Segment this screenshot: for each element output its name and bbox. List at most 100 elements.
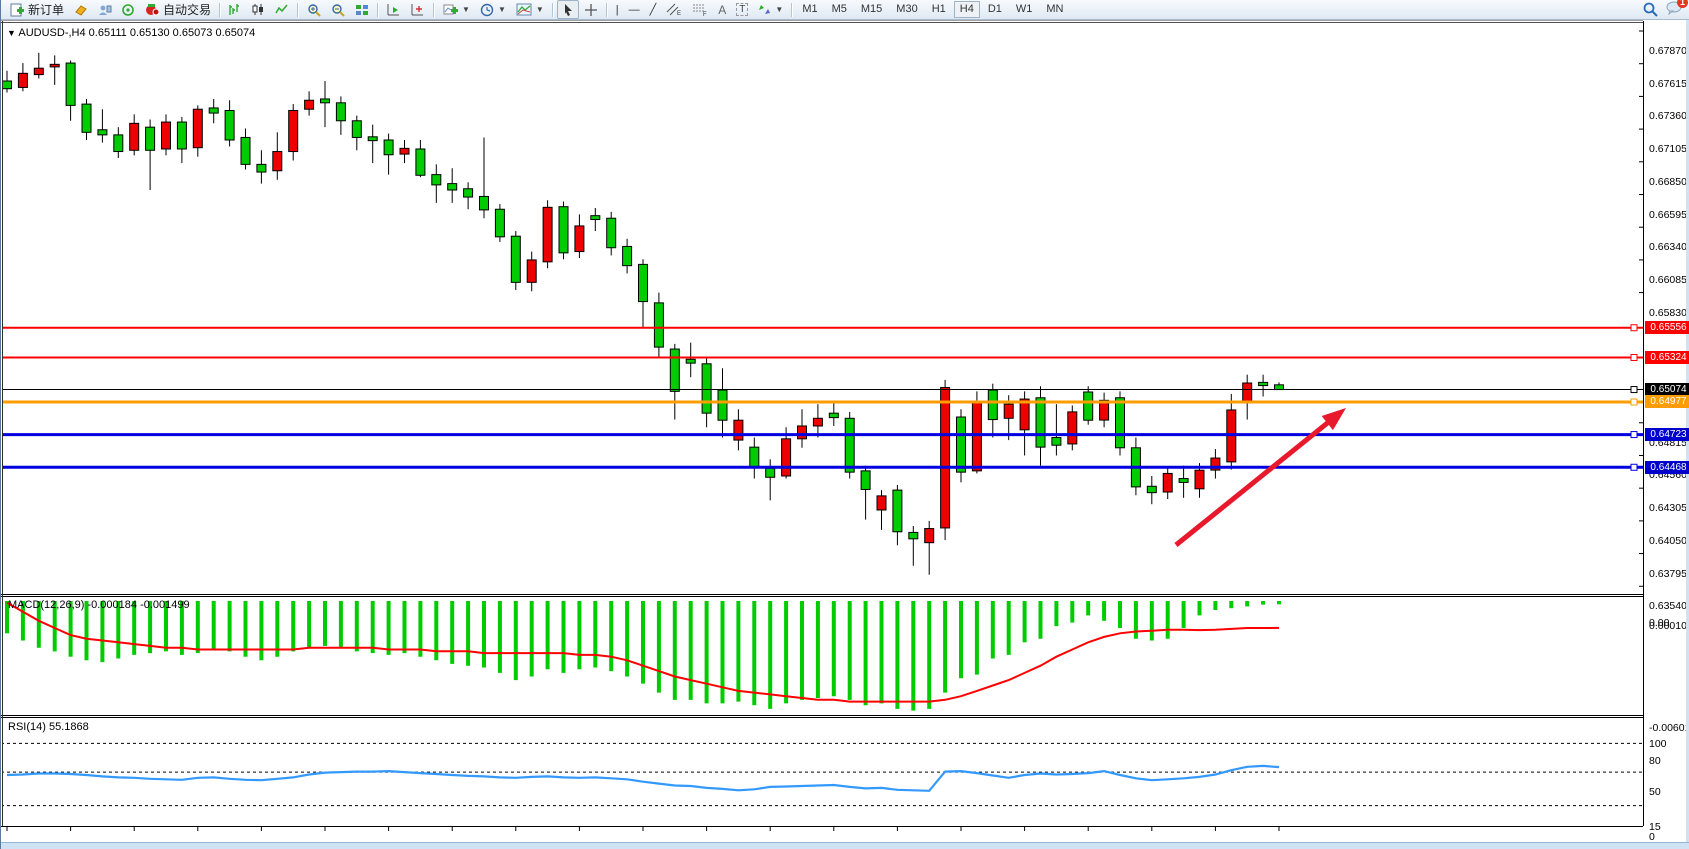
crosshair-button[interactable]	[579, 0, 603, 19]
price-scale-label: 0.63540	[1649, 600, 1687, 612]
price-scale-label: 0.67105	[1649, 143, 1687, 155]
arrows-button[interactable]: ▼	[753, 0, 788, 19]
cursor-icon	[562, 3, 574, 16]
price-scale-label: 0.65830	[1649, 307, 1687, 319]
price-scale-label: 0.67870	[1649, 45, 1687, 57]
svg-text:F: F	[703, 12, 707, 16]
price-scale-label: 0.67615	[1649, 78, 1687, 90]
chart-area: ▼ AUDUSD-,H4 0.65111 0.65130 0.65073 0.6…	[1, 20, 1689, 843]
price-scale-label: 0.67360	[1649, 110, 1687, 122]
autotrade-label: 自动交易	[163, 1, 211, 18]
new-order-label: 新订单	[28, 1, 64, 18]
line-chart-button[interactable]	[270, 0, 294, 19]
timeframe-W1[interactable]: W1	[1010, 1, 1039, 18]
price-scale-label: 0.66340	[1649, 241, 1687, 253]
history-button[interactable]	[69, 0, 93, 19]
label-icon: T	[736, 3, 748, 16]
rsi-indicator-label: RSI(14) 55.1868	[8, 721, 89, 733]
vline-icon: |	[616, 4, 619, 16]
chart-shift-icon	[411, 3, 425, 16]
collapse-triangle-icon[interactable]: ▼	[7, 28, 16, 38]
channel-button[interactable]: E	[661, 0, 687, 19]
tile-windows-button[interactable]	[350, 0, 374, 19]
cursor-button[interactable]	[557, 0, 579, 19]
indicators-icon	[443, 3, 458, 16]
channel-icon: E	[666, 3, 682, 16]
price-scale-label: 0.64050	[1649, 535, 1687, 547]
price-tag-0.65324: 0.65324	[1645, 351, 1689, 364]
price-chart[interactable]	[1, 20, 1689, 843]
macd-layer	[7, 601, 1279, 711]
price-scale-label: 0.66850	[1649, 176, 1687, 188]
timeframe-D1[interactable]: D1	[982, 1, 1008, 18]
rsi-line	[7, 766, 1279, 791]
new-order-button[interactable]: 新订单	[5, 0, 69, 19]
macd-indicator-label: MACD(12,26,9) -0.000184 -0.001499	[8, 599, 190, 611]
tile-windows-icon	[355, 4, 369, 16]
price-tag-0.65074: 0.65074	[1645, 383, 1689, 396]
news-button[interactable]	[117, 0, 140, 19]
price-scale-label: 0.66595	[1649, 209, 1687, 221]
candle-chart-button[interactable]	[247, 0, 270, 19]
chart-shift-button[interactable]	[406, 0, 430, 19]
fibonacci-button[interactable]: F	[687, 0, 713, 19]
quote-text: AUDUSD-,H4 0.65111 0.65130 0.65073 0.650…	[18, 27, 255, 39]
chevron-down-icon: ▼	[498, 5, 506, 14]
terminal-window: 新订单 自动交易	[0, 0, 1689, 849]
timeframe-M30[interactable]: M30	[890, 1, 923, 18]
vline-button[interactable]: |	[611, 0, 624, 19]
trendline-button[interactable]: ╱	[645, 0, 662, 19]
timeframe-H1[interactable]: H1	[926, 1, 952, 18]
templates-button[interactable]: ▼	[511, 0, 549, 19]
indicators-button[interactable]: ▼	[438, 0, 475, 19]
timeframe-M1[interactable]: M1	[796, 1, 823, 18]
profile-button[interactable]	[93, 0, 117, 19]
crosshair-icon	[584, 3, 598, 17]
zoom-out-button[interactable]	[326, 0, 350, 19]
price-tag-0.65556: 0.65556	[1645, 321, 1689, 334]
label-button[interactable]: T	[731, 0, 753, 19]
bar-chart-icon	[229, 3, 242, 16]
text-button[interactable]: A	[713, 0, 731, 19]
price-tag-0.64468: 0.64468	[1645, 461, 1689, 474]
arrows-icon	[758, 4, 771, 16]
line-chart-icon	[275, 3, 289, 16]
zoom-out-icon	[331, 3, 345, 17]
timeframe-M5[interactable]: M5	[826, 1, 853, 18]
chevron-down-icon: ▼	[536, 5, 544, 14]
auto-scroll-icon	[387, 3, 401, 16]
profile-icon	[98, 4, 112, 16]
chevron-down-icon: ▼	[775, 5, 783, 14]
candle-chart-icon	[252, 3, 265, 16]
hline-button[interactable]: —	[624, 0, 645, 19]
indicator-scale-label: 80	[1649, 755, 1661, 767]
templates-icon	[516, 3, 532, 16]
new-order-icon	[10, 3, 25, 17]
notifications-button[interactable]: 1	[1666, 1, 1682, 18]
history-icon	[74, 4, 88, 16]
periods-button[interactable]: ▼	[475, 0, 511, 19]
autotrade-button[interactable]: 自动交易	[140, 0, 216, 19]
zoom-in-icon	[307, 3, 321, 17]
price-scale-label: 0.64305	[1649, 502, 1687, 514]
notification-badge: 1	[1677, 0, 1688, 8]
timeframe-H4[interactable]: H4	[954, 1, 980, 18]
autotrade-icon	[145, 3, 160, 16]
rsi-layer	[1, 743, 1643, 805]
window-edge-bottom	[1, 842, 1689, 849]
indicator-scale-label: 0.000105	[1649, 620, 1689, 632]
indicator-scale-label: 50	[1649, 786, 1661, 798]
bar-chart-button[interactable]	[224, 0, 247, 19]
indicator-scale-label: 100	[1649, 738, 1667, 750]
toolbar: 新订单 自动交易	[1, 0, 1689, 20]
auto-scroll-button[interactable]	[382, 0, 406, 19]
zoom-in-button[interactable]	[302, 0, 326, 19]
svg-text:E: E	[677, 11, 681, 16]
search-icon[interactable]	[1643, 2, 1658, 17]
price-scale-label: 0.63795	[1649, 568, 1687, 580]
price-tag-0.64977: 0.64977	[1645, 395, 1689, 408]
timeframe-M15[interactable]: M15	[855, 1, 888, 18]
news-icon	[122, 4, 135, 16]
text-icon: A	[718, 3, 726, 17]
timeframe-MN[interactable]: MN	[1040, 1, 1069, 18]
